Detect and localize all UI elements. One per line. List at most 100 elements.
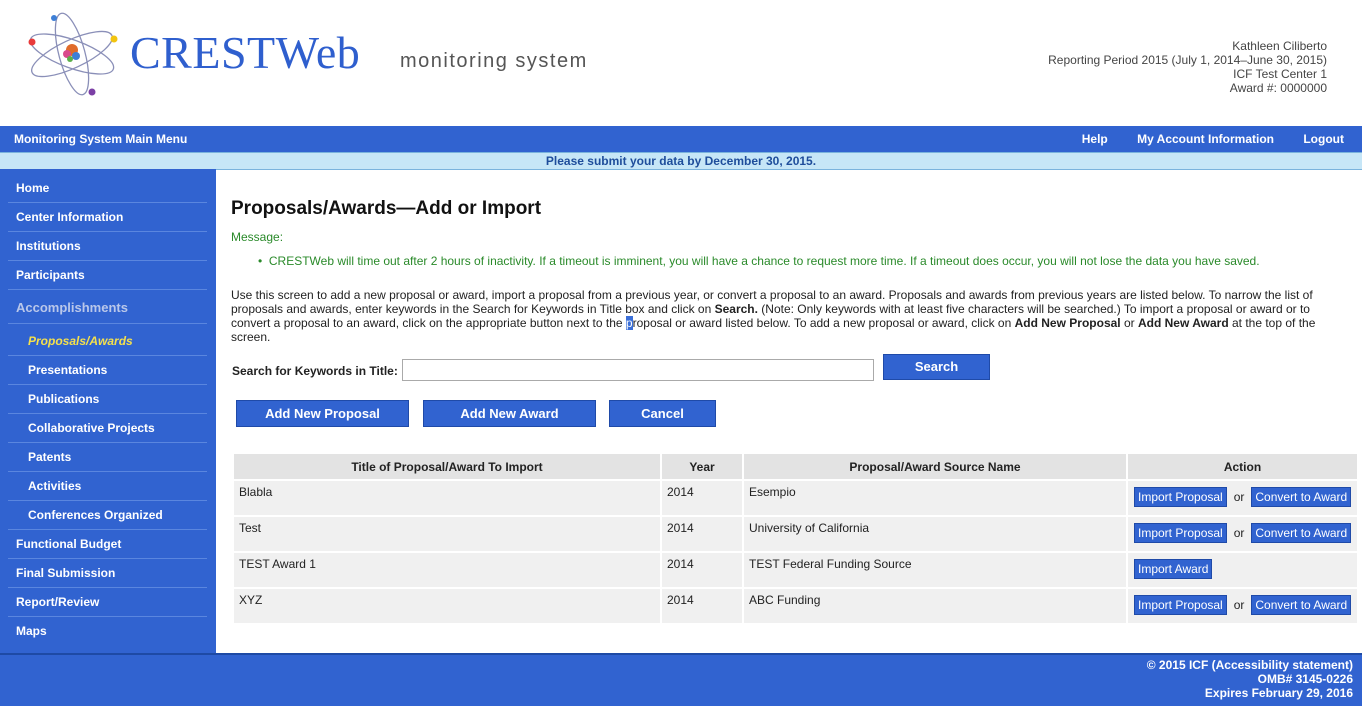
- top-nav: Monitoring System Main Menu Help My Acco…: [0, 126, 1362, 152]
- convert-to-award-button[interactable]: Convert to Award: [1251, 523, 1352, 543]
- sidebar-item-label: Maps: [16, 624, 47, 638]
- top-nav-links: Help My Account Information Logout: [1056, 132, 1344, 146]
- column-header-year: Year: [662, 454, 742, 479]
- sidebar-item-presentations[interactable]: Presentations: [8, 356, 207, 385]
- row-actions: Import Proposal or Convert to Award: [1128, 481, 1357, 515]
- row-actions: Import Proposal or Convert to Award: [1128, 589, 1357, 623]
- sidebar-item-final-submission[interactable]: Final Submission: [8, 559, 207, 588]
- row-year: 2014: [662, 481, 742, 515]
- timeout-message: • CRESTWeb will time out after 2 hours o…: [258, 254, 1260, 268]
- timeout-message-text: CRESTWeb will time out after 2 hours of …: [268, 254, 1260, 268]
- search-input[interactable]: [402, 359, 874, 381]
- sidebar-item-maps[interactable]: Maps: [8, 617, 207, 645]
- sidebar-item-label: Presentations: [28, 363, 108, 377]
- search-label: Search for Keywords in Title:: [232, 364, 398, 378]
- table-row: XYZ 2014 ABC Funding Import Proposal or Co…: [234, 589, 1357, 623]
- submission-notice: Please submit your data by December 30, …: [0, 152, 1362, 170]
- sidebar-item-label: Home: [16, 181, 50, 195]
- sidebar-item-accomplishments[interactable]: Accomplishments: [8, 293, 207, 324]
- table-header-row: Title of Proposal/Award To Import Year P…: [234, 454, 1357, 479]
- row-source: TEST Federal Funding Source: [744, 553, 1126, 587]
- convert-to-award-button[interactable]: Convert to Award: [1251, 487, 1352, 507]
- sidebar-item-institutions[interactable]: Institutions: [8, 232, 207, 261]
- add-new-award-button[interactable]: Add New Award: [423, 400, 596, 427]
- footer-text: © 2015 ICF (Accessibility statement) OMB…: [1147, 658, 1353, 700]
- row-title: XYZ: [234, 589, 660, 623]
- message-label: Message:: [231, 230, 284, 244]
- import-proposal-button[interactable]: Import Proposal: [1134, 595, 1227, 615]
- omb-number: OMB# 3145-0226: [1257, 672, 1353, 686]
- user-name: Kathleen Ciliberto: [1232, 39, 1327, 53]
- user-info: Kathleen Ciliberto Reporting Period 2015…: [1048, 39, 1327, 95]
- sidebar-item-participants[interactable]: Participants: [8, 261, 207, 290]
- row-source: University of California: [744, 517, 1126, 551]
- award-number: Award #: 0000000: [1229, 81, 1327, 95]
- sidebar-item-label: Institutions: [16, 239, 81, 253]
- sidebar-item-proposals-awards[interactable]: Proposals/Awards: [8, 327, 207, 356]
- row-year: 2014: [662, 589, 742, 623]
- sidebar-item-home[interactable]: Home: [8, 174, 207, 203]
- brand-name: CRESTWeb: [130, 27, 361, 78]
- row-year: 2014: [662, 553, 742, 587]
- import-award-button[interactable]: Import Award: [1134, 559, 1213, 579]
- page-header: CRESTWeb monitoring system Kathleen Cili…: [0, 0, 1362, 126]
- copyright-link[interactable]: © 2015 ICF (Accessibility statement): [1147, 658, 1353, 672]
- sidebar-item-label: Activities: [28, 479, 82, 493]
- sidebar-item-label: Collaborative Projects: [28, 421, 155, 435]
- import-proposal-button[interactable]: Import Proposal: [1134, 487, 1227, 507]
- sidebar-item-collaborative-projects[interactable]: Collaborative Projects: [8, 414, 207, 443]
- main-menu-link[interactable]: Monitoring System Main Menu: [14, 132, 187, 146]
- search-button[interactable]: Search: [883, 354, 990, 380]
- row-actions: Import Award: [1128, 553, 1357, 587]
- or-label: or: [1233, 598, 1245, 612]
- cancel-button[interactable]: Cancel: [609, 400, 716, 427]
- sidebar-item-label: Patents: [28, 450, 72, 464]
- logout-link[interactable]: Logout: [1303, 132, 1344, 146]
- sidebar-item-label: Report/Review: [16, 595, 100, 609]
- sidebar-item-label: Final Submission: [16, 566, 116, 580]
- row-title: Test: [234, 517, 660, 551]
- column-header-title: Title of Proposal/Award To Import: [234, 454, 660, 479]
- sidebar-item-report-review[interactable]: Report/Review: [8, 588, 207, 617]
- expiration-date: Expires February 29, 2016: [1204, 686, 1353, 700]
- proposals-table: Title of Proposal/Award To Import Year P…: [232, 452, 1359, 625]
- brand-tagline: monitoring system: [400, 50, 588, 72]
- or-label: or: [1233, 526, 1245, 540]
- convert-to-award-button[interactable]: Convert to Award: [1251, 595, 1352, 615]
- row-title: TEST Award 1: [234, 553, 660, 587]
- sidebar-item-label: Publications: [28, 392, 100, 406]
- row-source: ABC Funding: [744, 589, 1126, 623]
- page-title: Proposals/Awards—Add or Import: [231, 198, 542, 219]
- column-header-source: Proposal/Award Source Name: [744, 454, 1126, 479]
- sidebar-item-label: Conferences Organized: [28, 508, 163, 522]
- help-link[interactable]: Help: [1082, 132, 1108, 146]
- sidebar-item-label: Center Information: [16, 210, 124, 224]
- reporting-period: Reporting Period 2015 (July 1, 2014–June…: [1048, 53, 1327, 67]
- instructions-text: Use this screen to add a new proposal or…: [231, 288, 1316, 344]
- sidebar-item-patents[interactable]: Patents: [8, 443, 207, 472]
- sidebar-item-publications[interactable]: Publications: [8, 385, 207, 414]
- sidebar-item-functional-budget[interactable]: Functional Budget: [8, 530, 207, 559]
- add-new-proposal-button[interactable]: Add New Proposal: [236, 400, 409, 427]
- sidebar-item-center-information[interactable]: Center Information: [8, 203, 207, 232]
- sidebar-item-label: Participants: [16, 268, 85, 282]
- sidebar-item-conferences-organized[interactable]: Conferences Organized: [8, 501, 207, 530]
- my-account-link[interactable]: My Account Information: [1137, 132, 1274, 146]
- sidebar: Home Center Information Institutions Par…: [0, 169, 216, 653]
- row-actions: Import Proposal or Convert to Award: [1128, 517, 1357, 551]
- row-title: Blabla: [234, 481, 660, 515]
- sidebar-item-label: Accomplishments: [16, 300, 128, 315]
- table-row: TEST Award 1 2014 TEST Federal Funding S…: [234, 553, 1357, 587]
- sidebar-item-label: Proposals/Awards: [28, 334, 133, 348]
- table-row: Blabla 2014 Esempio Import Proposal or Con…: [234, 481, 1357, 515]
- row-year: 2014: [662, 517, 742, 551]
- sidebar-item-label: Functional Budget: [16, 537, 122, 551]
- sidebar-item-activities[interactable]: Activities: [8, 472, 207, 501]
- crestweb-logo-icon: [28, 12, 118, 96]
- row-source: Esempio: [744, 481, 1126, 515]
- or-label: or: [1233, 490, 1245, 504]
- column-header-action: Action: [1128, 454, 1357, 479]
- import-proposal-button[interactable]: Import Proposal: [1134, 523, 1227, 543]
- center-name: ICF Test Center 1: [1233, 67, 1327, 81]
- page-footer: © 2015 ICF (Accessibility statement) OMB…: [0, 653, 1362, 706]
